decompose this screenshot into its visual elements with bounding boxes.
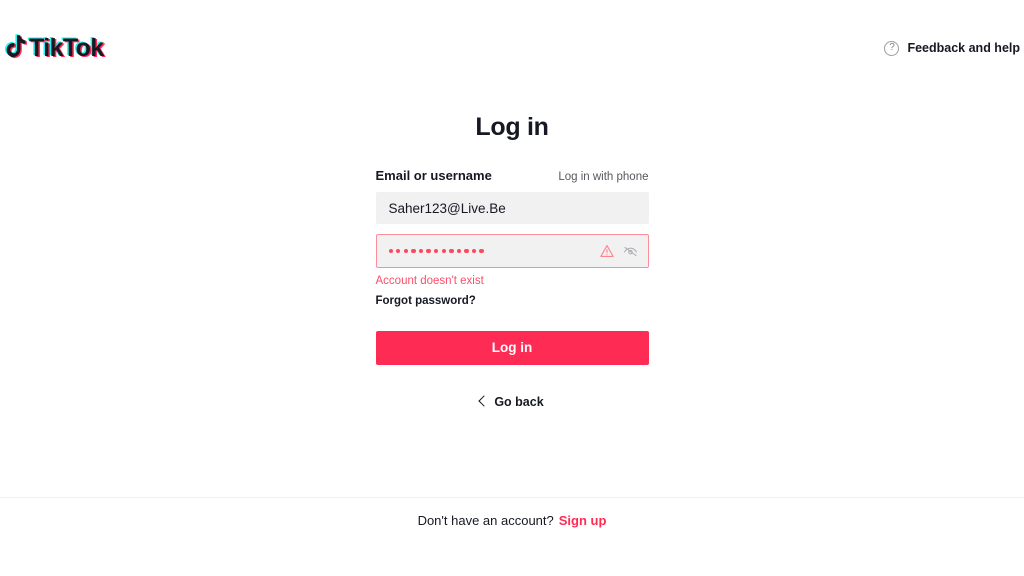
warning-triangle-icon [599,244,614,258]
password-input[interactable] [377,235,600,267]
tiktok-note-icon [2,33,28,63]
eye-off-icon[interactable] [623,244,638,259]
password-dot [449,248,454,254]
email-field-header: Email or username Log in with phone [376,168,649,184]
question-circle-icon: ? [884,40,900,56]
password-dot [396,248,401,254]
feedback-and-help-label: Feedback and help [907,41,1020,55]
email-label: Email or username [375,168,492,183]
login-form-column: Log in Email or username Log in with pho… [375,112,649,409]
error-message: Account doesn't exist [375,275,484,287]
go-back-label: Go back [494,394,544,409]
password-dot [456,248,462,254]
tiktok-wordmark: TikTok TikTok TikTok TikTok [28,33,106,62]
password-dot [464,248,469,254]
password-dot [418,248,424,254]
password-dot [433,248,439,254]
password-dot [426,248,431,254]
email-input-wrapper[interactable] [375,192,649,224]
forgot-password-link[interactable]: Forgot password? [376,294,649,308]
page-footer: Don't have an account? Sign up [0,498,1024,576]
password-input-icons [599,244,648,259]
login-button[interactable]: Log in [375,330,649,365]
login-main: Log in Email or username Log in with pho… [0,96,1024,409]
go-back-button[interactable]: Go back [376,395,649,409]
password-input-wrapper[interactable] [375,234,649,268]
email-input[interactable] [376,193,648,223]
signup-prompt: Don't have an account? [417,513,554,528]
password-dot [411,248,416,254]
sign-up-link[interactable]: Sign up [559,513,607,528]
tiktok-logo[interactable]: TikTok TikTok TikTok TikTok [2,31,106,65]
logo-text-main: TikTok [29,33,104,62]
page-title: Log in [475,113,549,141]
page-header: TikTok TikTok TikTok TikTok ? Feedback a… [0,0,1024,96]
password-dot [388,248,393,254]
password-dot [471,248,477,254]
chevron-left-icon [478,395,490,407]
password-dot [479,248,484,254]
feedback-and-help-button[interactable]: ? Feedback and help [884,40,1020,56]
password-dot [441,248,446,254]
password-dot [403,248,409,254]
login-with-phone-link[interactable]: Log in with phone [558,171,648,183]
